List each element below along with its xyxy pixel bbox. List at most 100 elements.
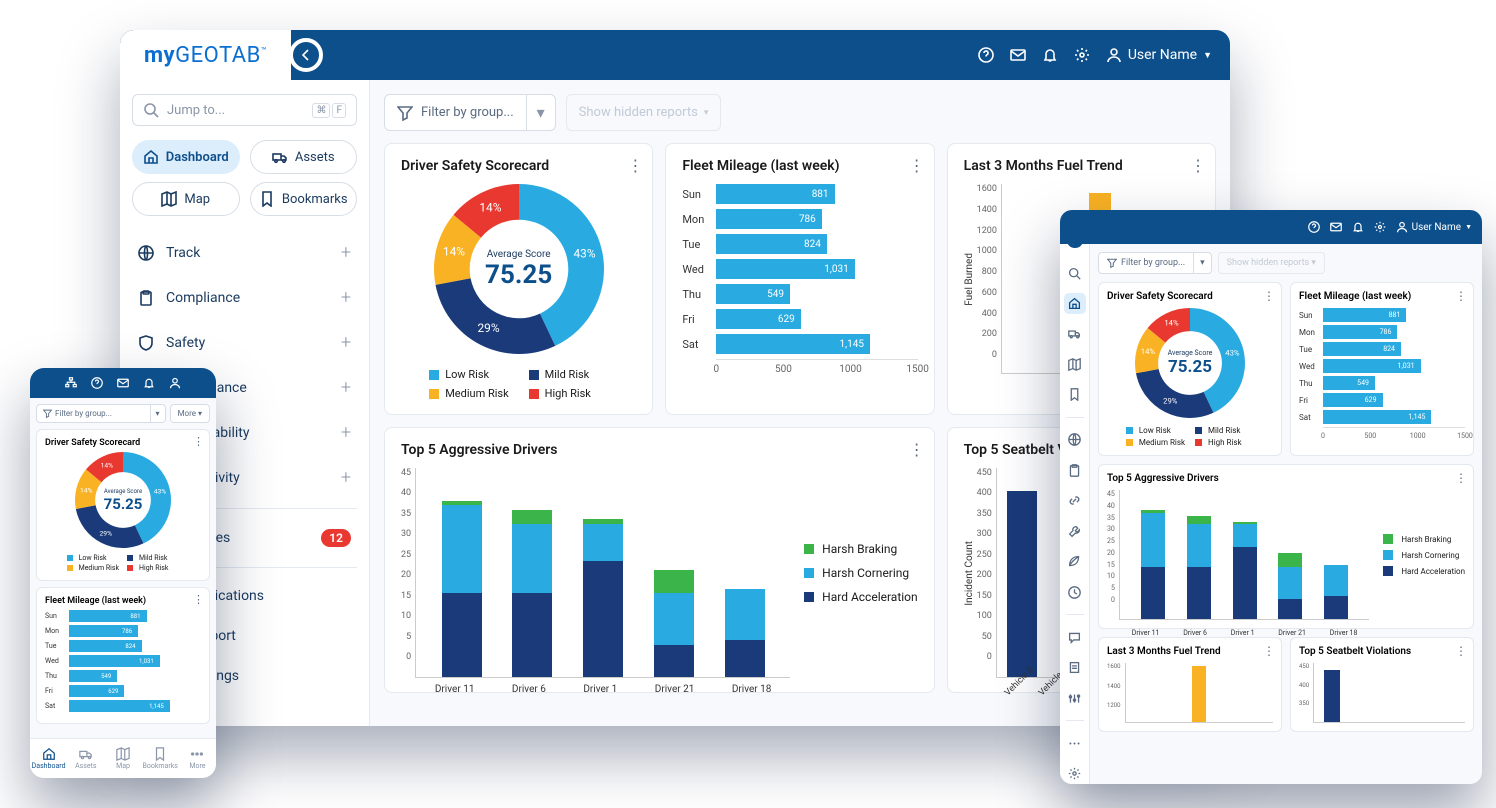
help-icon[interactable] (91, 377, 103, 389)
legend-item: High Risk (127, 564, 179, 572)
rail-compliance[interactable] (1064, 460, 1086, 480)
bell-icon[interactable] (143, 377, 155, 389)
funnel-icon (397, 105, 413, 121)
phone-more-button[interactable]: More ▾ (170, 404, 210, 423)
filter-by-group[interactable]: Filter by group... ▾ (384, 94, 556, 131)
tcard-aggressive: Top 5 Aggressive Drivers⋮ 45403530252015… (1098, 464, 1474, 629)
search-icon (143, 102, 159, 118)
chevron-down-icon: ▼ (1203, 50, 1212, 61)
phone-tab-bookmarks[interactable]: Bookmarks (142, 739, 179, 778)
card-title: Top 5 Aggressive Drivers (401, 442, 918, 458)
toolbar: Filter by group... ▾ Show hidden reports… (384, 94, 1216, 131)
tcard-scorecard: Driver Safety Scorecard⋮ 43%29%14%14%Ave… (1098, 282, 1282, 456)
sidebar-item-safety[interactable]: Safety+ (132, 320, 357, 365)
jump-to-input[interactable]: Jump to... ⌘F (132, 94, 357, 126)
sidebar-collapse-button[interactable] (289, 38, 323, 72)
phone-tab-assets[interactable]: Assets (67, 739, 104, 778)
card-menu-icon[interactable]: ⋮ (909, 440, 924, 459)
avg-score-value: 75.25 (485, 260, 552, 290)
legend-item: Harsh Cornering (1383, 550, 1465, 560)
mail-icon[interactable] (117, 377, 129, 389)
rail-assets[interactable] (1064, 324, 1086, 344)
sitemap-icon[interactable] (65, 377, 77, 389)
expand-icon: + (341, 377, 351, 398)
card-menu-icon[interactable]: ⋮ (627, 156, 642, 175)
mail-icon[interactable] (1330, 221, 1342, 233)
bell-icon[interactable] (1352, 221, 1364, 233)
brand-tm: ™ (261, 46, 267, 56)
sidebar-pill-map[interactable]: Map (132, 182, 240, 216)
sidebar-pill-dashboard[interactable]: Dashboard (132, 140, 240, 174)
bell-icon[interactable] (1042, 47, 1058, 63)
gear-icon[interactable] (1074, 47, 1090, 63)
rail-track[interactable] (1064, 430, 1086, 450)
rail-messages[interactable] (1064, 627, 1086, 647)
rail-expand-button[interactable] (1064, 244, 1086, 251)
expand-icon: + (341, 242, 351, 263)
sidebar-item-compliance[interactable]: Compliance+ (132, 275, 357, 320)
user-icon[interactable] (169, 377, 181, 389)
card-menu-icon[interactable]: ⋮ (1190, 156, 1205, 175)
rail-sliders[interactable] (1064, 688, 1086, 708)
messages-badge: 12 (321, 529, 351, 547)
jump-placeholder: Jump to... (167, 103, 225, 118)
shield-icon (138, 335, 154, 351)
clipboard-icon (138, 290, 154, 306)
rail-maintenance[interactable] (1064, 521, 1086, 541)
legend-item: High Risk (1195, 438, 1254, 447)
show-hidden-reports[interactable]: Show hidden reports▾ (566, 94, 722, 131)
phone-tabbar: DashboardAssetsMapBookmarksMore (30, 738, 216, 778)
phone-tab-dashboard[interactable]: Dashboard (30, 739, 67, 778)
legend-item: Low Risk (429, 368, 508, 381)
card-title: Fleet Mileage (last week) (682, 158, 917, 174)
rail-safety[interactable] (1064, 491, 1086, 511)
rail-reports[interactable] (1064, 658, 1086, 678)
legend-item: Hard Acceleration (804, 590, 918, 604)
legend-item: Harsh Cornering (804, 566, 918, 580)
rail-sustainability[interactable] (1064, 551, 1086, 571)
phone-filter[interactable]: Filter by group...▾ (36, 404, 166, 423)
sidebar-pill-bookmarks[interactable]: Bookmarks (250, 182, 358, 216)
help-icon[interactable] (1308, 221, 1320, 233)
tablet-hidden-reports[interactable]: Show hidden reports ▾ (1218, 252, 1325, 274)
rail-dashboard[interactable] (1064, 293, 1086, 313)
mail-icon[interactable] (1010, 47, 1026, 63)
rail-productivity[interactable] (1064, 582, 1086, 602)
tablet-window: User Name▼ Filter by gro (1060, 210, 1482, 784)
y-axis-label: Incident Count (964, 541, 975, 606)
card-title: Last 3 Months Fuel Trend (964, 158, 1199, 174)
rail-bookmarks[interactable] (1064, 384, 1086, 404)
help-icon[interactable] (978, 47, 994, 63)
legend-item: Harsh Braking (804, 542, 918, 556)
card-fleet-mileage: Fleet Mileage (last week) ⋮ Sun881Mon786… (665, 143, 934, 415)
gear-icon[interactable] (1374, 221, 1386, 233)
brand-suffix: GEOTAB (175, 43, 261, 68)
pcard-mileage: Fleet Mileage (last week)⋮ Sun881Mon786T… (36, 587, 210, 724)
phone-window: Filter by group...▾ More ▾ Driver Safety… (30, 368, 216, 778)
sidebar-pill-assets[interactable]: Assets (250, 140, 358, 174)
truck-icon (272, 149, 288, 165)
legend-item: Low Risk (67, 554, 119, 562)
tablet-filter[interactable]: Filter by group...▾ (1098, 252, 1212, 274)
rail-settings[interactable] (1064, 764, 1086, 784)
avg-score-label: Average Score (487, 249, 551, 260)
card-menu-icon[interactable]: ⋮ (909, 156, 924, 175)
tcard-seatbelt: Top 5 Seatbelt Violations⋮ 450400350 (1290, 637, 1474, 732)
card-driver-safety-scorecard: Driver Safety Scorecard ⋮ 43%29%14%14% A… (384, 143, 653, 415)
user-menu[interactable]: User Name▼ (1396, 221, 1472, 233)
legend-item: Low Risk (1126, 426, 1185, 435)
chevron-down-icon: ▾ (526, 95, 555, 130)
legend-item: Mild Risk (1195, 426, 1254, 435)
phone-tab-more[interactable]: More (179, 739, 216, 778)
rail-map[interactable] (1064, 354, 1086, 374)
user-menu[interactable]: User Name ▼ (1106, 47, 1212, 63)
rail-search[interactable] (1064, 263, 1086, 283)
phone-tab-map[interactable]: Map (104, 739, 141, 778)
sidebar-item-track[interactable]: Track+ (132, 230, 357, 275)
legend-item: Mild Risk (529, 368, 608, 381)
legend-item: Medium Risk (1126, 438, 1185, 447)
legend-item: Medium Risk (429, 387, 508, 400)
card-title: Driver Safety Scorecard (401, 158, 636, 174)
rail-more[interactable] (1064, 733, 1086, 753)
expand-icon: + (341, 467, 351, 488)
